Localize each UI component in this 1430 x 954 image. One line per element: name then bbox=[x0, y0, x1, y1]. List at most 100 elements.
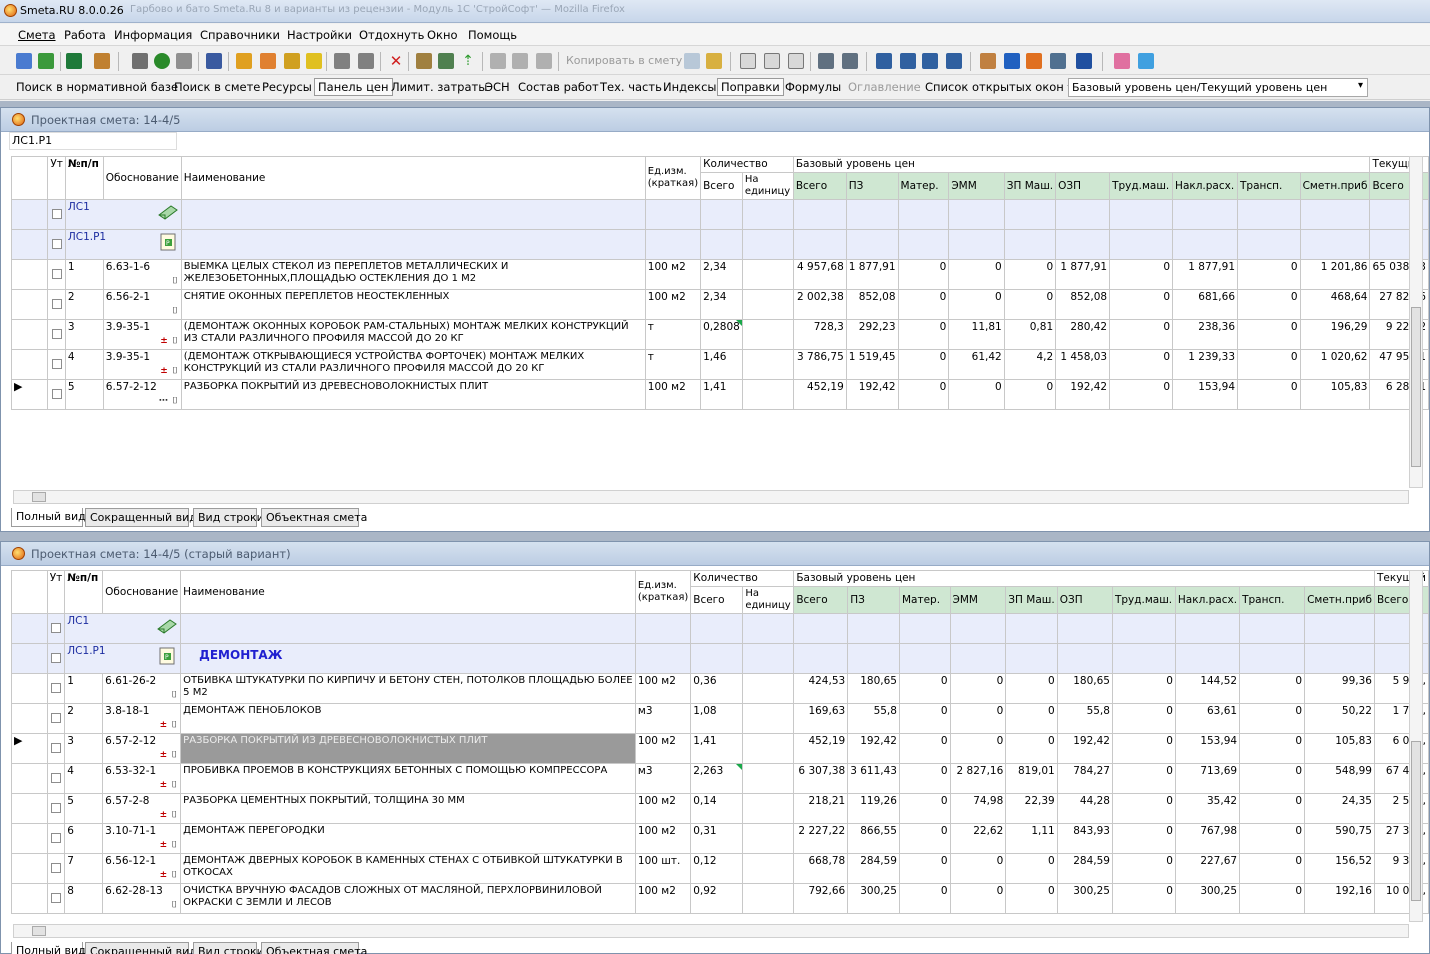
price-cell-3[interactable]: 0 bbox=[948, 259, 1005, 290]
empty-cell[interactable] bbox=[948, 229, 1005, 260]
empty-cell[interactable] bbox=[1304, 643, 1375, 674]
price-cell-8[interactable]: 0 bbox=[1239, 763, 1306, 794]
tab-limits[interactable]: Лимит. затраты bbox=[391, 80, 487, 94]
price-cell-4[interactable]: 4,2 bbox=[1003, 349, 1057, 380]
ut-checkbox[interactable] bbox=[47, 289, 66, 320]
ut-checkbox[interactable] bbox=[46, 733, 66, 764]
view-tab-3[interactable]: Объектная смета bbox=[261, 942, 367, 954]
row-name[interactable]: СНЯТИЕ ОКОННЫХ ПЕРЕПЛЕТОВ НЕОСТЕКЛЕННЫХ bbox=[180, 289, 646, 320]
price-cell-6[interactable]: 0 bbox=[1111, 763, 1176, 794]
row-qty-unit[interactable] bbox=[741, 349, 794, 380]
indent-c-icon[interactable] bbox=[922, 53, 938, 69]
row-name[interactable]: ОЧИСТКА ВРУЧНУЮ ФАСАДОВ СЛОЖНЫХ ОТ МАСЛЯ… bbox=[180, 883, 636, 914]
price-cell-6[interactable]: 0 bbox=[1111, 703, 1176, 734]
price-cell-7[interactable]: 713,69 bbox=[1174, 763, 1241, 794]
tab-formulas[interactable]: Формулы bbox=[785, 80, 841, 94]
row-indicator[interactable] bbox=[11, 613, 48, 644]
view-tab-3[interactable]: Объектная смета bbox=[261, 508, 367, 527]
row-qty-unit[interactable] bbox=[742, 763, 795, 794]
books-b-icon[interactable] bbox=[1138, 53, 1154, 69]
ut-checkbox[interactable] bbox=[46, 703, 66, 734]
horizontal-scrollbar[interactable] bbox=[13, 924, 1409, 938]
price-cell-4[interactable]: 0,81 bbox=[1003, 319, 1057, 350]
price-cell-2[interactable]: 0 bbox=[898, 673, 951, 704]
price-cell-2[interactable]: 0 bbox=[897, 319, 950, 350]
ls-row[interactable]: ЛС1.Р1 P bbox=[10, 229, 1429, 260]
row-basis[interactable]: 3.10-71-1 ± ⌷ bbox=[102, 823, 182, 854]
price-cell-6[interactable]: 0 bbox=[1109, 289, 1174, 320]
price-cell-8[interactable]: 0 bbox=[1239, 883, 1306, 914]
empty-cell[interactable] bbox=[948, 199, 1005, 230]
price-col-header-4[interactable]: ЗП Маш. bbox=[1005, 586, 1058, 614]
ut-checkbox[interactable] bbox=[47, 379, 66, 410]
empty-cell[interactable] bbox=[1237, 199, 1301, 230]
ut-checkbox[interactable] bbox=[46, 643, 66, 674]
price-cell-4[interactable]: 0 bbox=[1005, 733, 1058, 764]
tab-corrections[interactable]: Поправки bbox=[717, 78, 784, 96]
price-col-header-2[interactable]: Матер. bbox=[897, 172, 950, 200]
price-cell-3[interactable]: 11,81 bbox=[948, 319, 1005, 350]
empty-cell[interactable] bbox=[1003, 229, 1057, 260]
row-qty-unit[interactable] bbox=[742, 853, 795, 884]
price-cell-8[interactable]: 0 bbox=[1239, 673, 1306, 704]
table-row[interactable]: 5 6.57-2-8 ± ⌷ РАЗБОРКА ЦЕМЕНТНЫХ ПОКРЫТИЙ, … bbox=[11, 793, 1430, 824]
price-cell-5[interactable]: 843,93 bbox=[1056, 823, 1113, 854]
price-cell-7[interactable]: 63,61 bbox=[1174, 703, 1241, 734]
price-col-header-7[interactable]: Накл.расх. bbox=[1172, 172, 1239, 200]
ut-checkbox[interactable] bbox=[46, 613, 66, 644]
menu-spravochniki[interactable]: Справочники bbox=[200, 28, 280, 42]
table-row[interactable]: 1 6.61-26-2 ⌷ ОТБИВКА ШТУКАТУРКИ ПО КИРПИЧУ… bbox=[11, 673, 1430, 704]
row-name[interactable]: РАЗБОРКА ПОКРЫТИЙ ИЗ ДРЕВЕСНОВОЛОКНИСТЫХ… bbox=[180, 733, 636, 764]
price-cell-9[interactable]: 196,29 bbox=[1299, 319, 1371, 350]
row-qty-unit[interactable] bbox=[742, 883, 795, 914]
search-icon[interactable] bbox=[94, 53, 110, 69]
empty-cell[interactable] bbox=[793, 643, 849, 674]
row-name[interactable]: ДЕМОНТАЖ ПЕРЕГОРОДКИ bbox=[180, 823, 636, 854]
ut-checkbox[interactable] bbox=[47, 259, 66, 290]
view-tab-2[interactable]: Вид строки bbox=[193, 508, 264, 527]
empty-cell[interactable] bbox=[1005, 613, 1058, 644]
price-cell-7[interactable]: 300,25 bbox=[1174, 883, 1241, 914]
price-cell-2[interactable]: 0 bbox=[898, 793, 951, 824]
price-cell-8[interactable]: 0 bbox=[1239, 793, 1306, 824]
row-qty[interactable]: 1,08 bbox=[690, 703, 744, 734]
view-tab-1[interactable]: Сокращенный вид bbox=[85, 508, 197, 527]
tab-resources[interactable]: Ресурсы bbox=[262, 80, 312, 94]
row-indicator[interactable] bbox=[11, 823, 48, 854]
row-indicator[interactable] bbox=[11, 673, 48, 704]
ut-checkbox[interactable] bbox=[46, 853, 66, 884]
price-cell-9[interactable]: 590,75 bbox=[1304, 823, 1375, 854]
qty-unit-header[interactable]: На единицу bbox=[742, 586, 795, 614]
qty-unit-header[interactable]: На единицу bbox=[741, 172, 794, 200]
row-basis[interactable]: 6.57-2-12 ± ⌷ bbox=[102, 733, 182, 764]
price-cell-4[interactable]: 0 bbox=[1005, 673, 1058, 704]
price-cell-5[interactable]: 55,8 bbox=[1056, 703, 1113, 734]
price-cell-0[interactable]: 218,21 bbox=[793, 793, 849, 824]
menu-otdohnut[interactable]: Отдохнуть bbox=[359, 28, 424, 42]
price-cell-0[interactable]: 2 227,22 bbox=[793, 823, 849, 854]
price-cell-8[interactable]: 0 bbox=[1237, 379, 1301, 410]
books-a-icon[interactable] bbox=[1114, 53, 1130, 69]
price-cell-1[interactable]: 852,08 bbox=[845, 289, 899, 320]
cut-icon[interactable] bbox=[490, 53, 506, 69]
row-name[interactable]: (ДЕМОНТАЖ ОТКРЫВАЮЩИЕСЯ УСТРОЙСТВА ФОРТО… bbox=[180, 349, 646, 380]
view-tab-1[interactable]: Сокращенный вид bbox=[85, 942, 197, 954]
empty-cell[interactable] bbox=[634, 613, 692, 644]
row-indicator[interactable] bbox=[10, 199, 49, 230]
row-indicator[interactable] bbox=[10, 289, 49, 320]
price-cell-9[interactable]: 548,99 bbox=[1304, 763, 1375, 794]
price-cell-3[interactable]: 0 bbox=[949, 673, 1007, 704]
path-field[interactable]: ЛС1.Р1 bbox=[9, 132, 177, 150]
price-cell-1[interactable]: 284,59 bbox=[847, 853, 900, 884]
table-row[interactable]: 2 6.56-2-1 ⌷ СНЯТИЕ ОКОННЫХ ПЕРЕПЛЕТОВ НЕОС… bbox=[10, 289, 1429, 320]
price-cell-5[interactable]: 192,42 bbox=[1055, 379, 1111, 410]
price-cell-9[interactable]: 105,83 bbox=[1299, 379, 1371, 410]
tab-search-estimate[interactable]: Поиск в смете bbox=[174, 80, 260, 94]
ls-icon[interactable] bbox=[740, 53, 756, 69]
table-row[interactable]: ▶ 3 6.57-2-12 ± ⌷ РАЗБОРКА ПОКРЫТИЙ ИЗ ДРЕВЕС… bbox=[11, 733, 1430, 764]
price-cell-7[interactable]: 153,94 bbox=[1172, 379, 1239, 410]
price-cell-8[interactable]: 0 bbox=[1237, 289, 1301, 320]
row-qty-unit[interactable] bbox=[742, 793, 795, 824]
price-cell-9[interactable]: 105,83 bbox=[1304, 733, 1375, 764]
unit-header[interactable]: Ед.изм. (краткая) bbox=[634, 570, 692, 614]
